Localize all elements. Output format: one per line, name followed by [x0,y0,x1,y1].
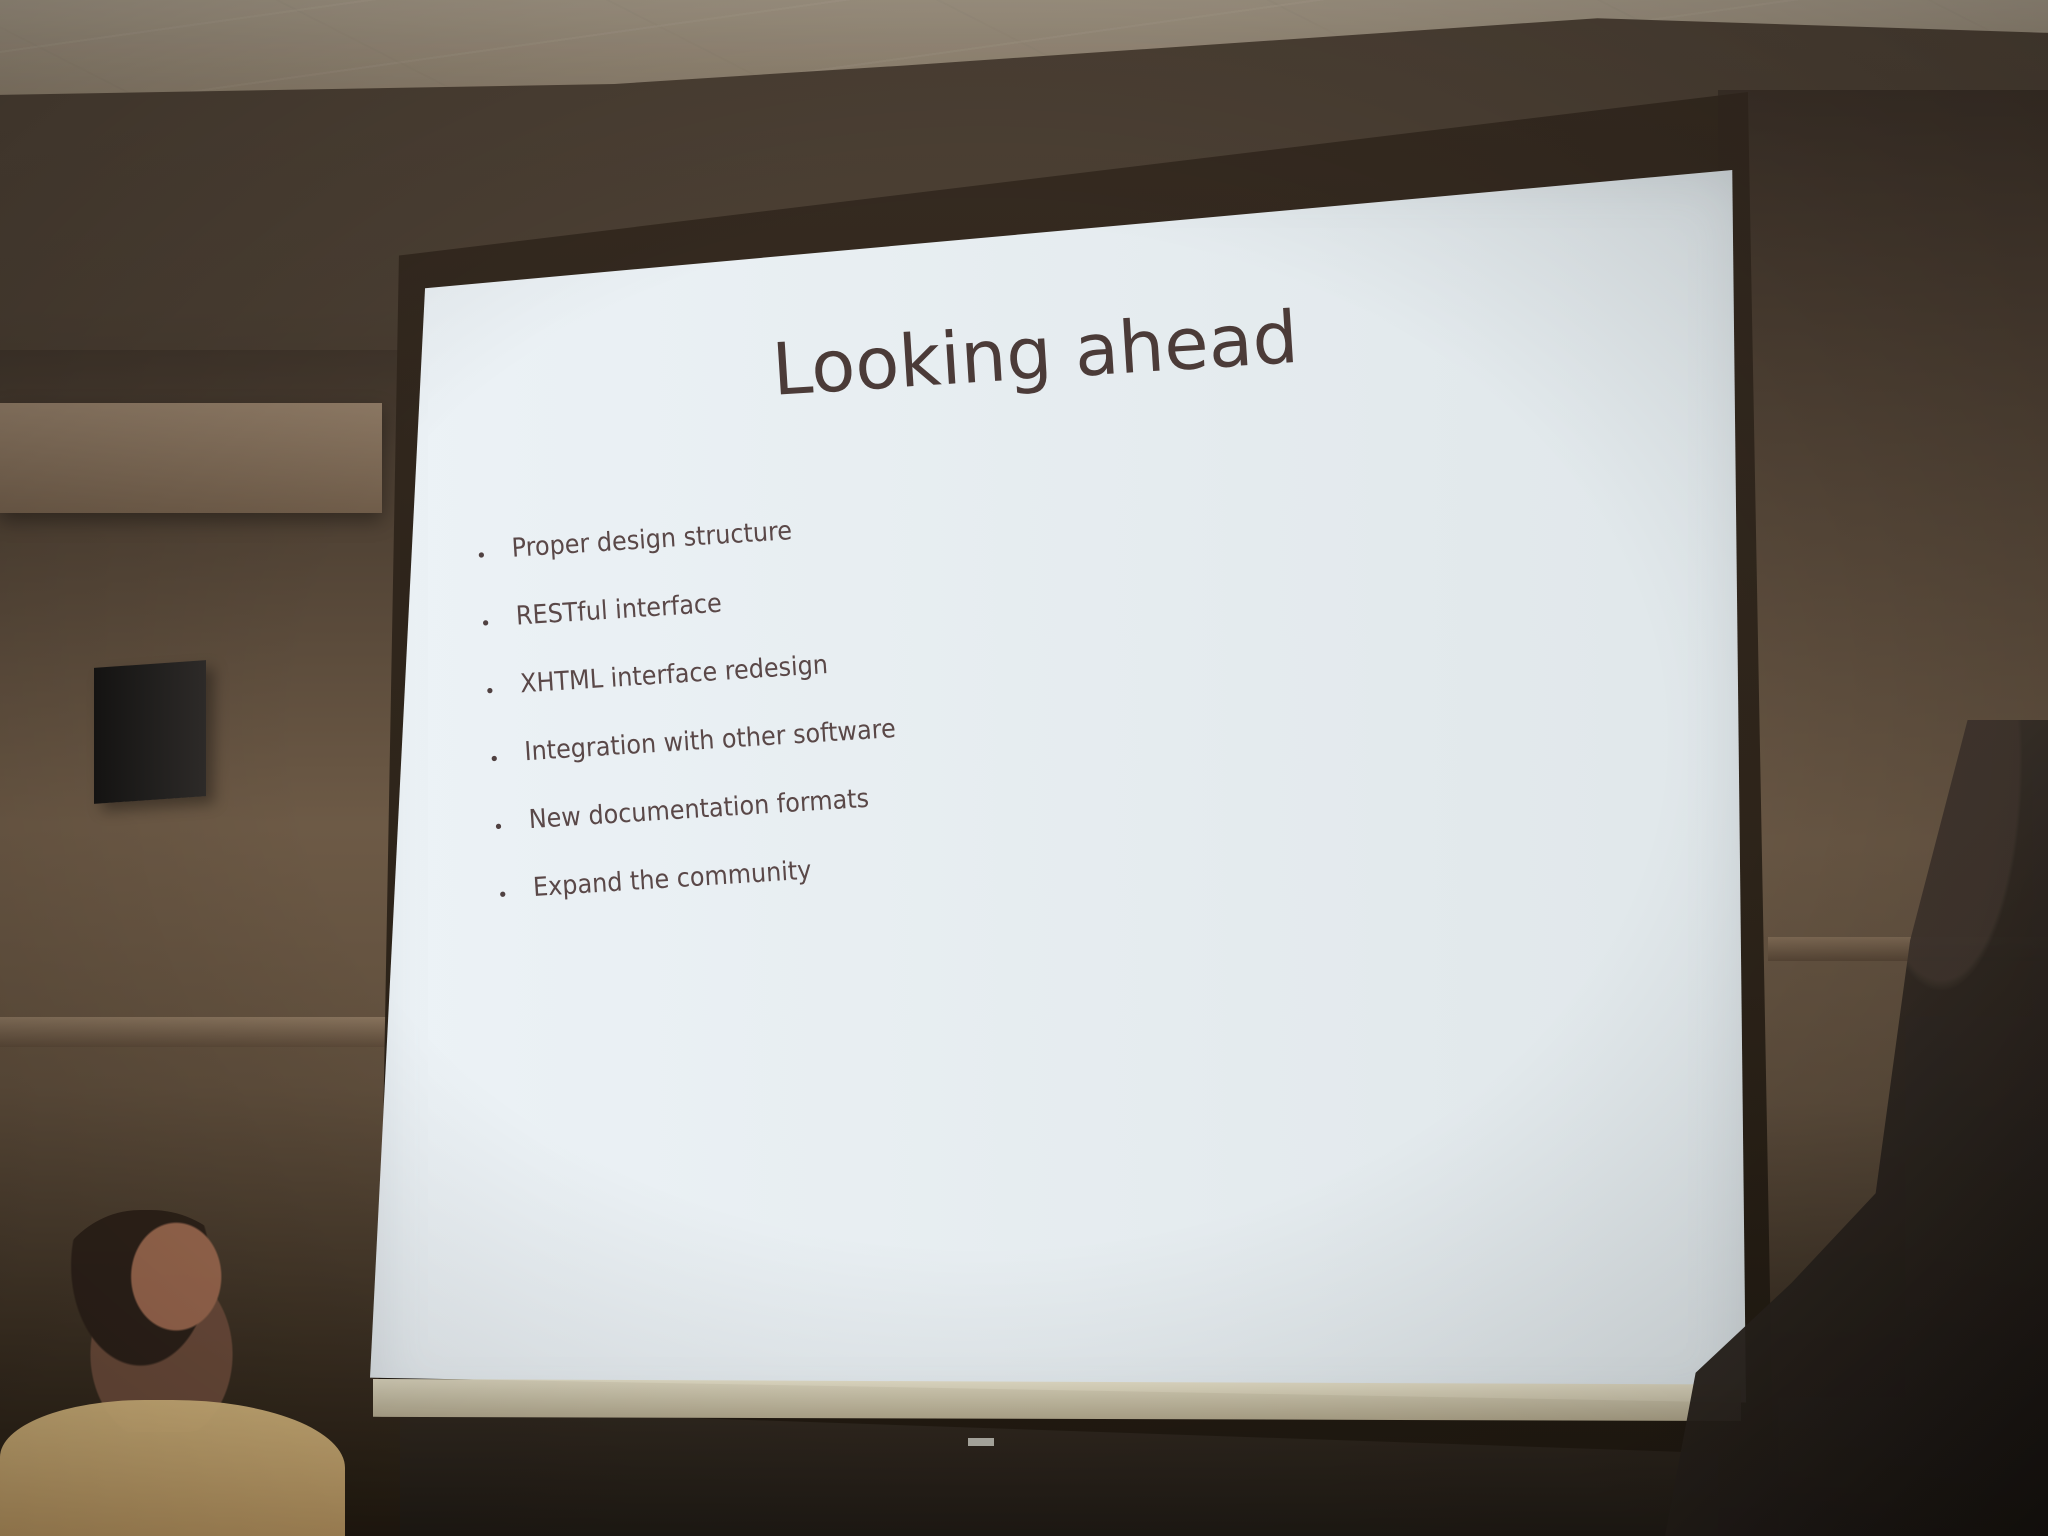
audience-head [46,1210,256,1432]
audience-shoulder [0,1400,345,1536]
bullet-dot-icon: • [484,681,496,703]
lecture-room-photo: Looking ahead • Proper design structure … [0,0,2048,1536]
bullet-dot-icon: • [488,748,501,771]
projector-box [0,403,382,513]
left-wall-rail [0,1017,395,1047]
slide-bullet-list: • Proper design structure • RESTful inte… [475,510,950,945]
screen-bottom-strip [373,1379,1741,1421]
bullet-dot-icon: • [479,613,492,635]
bullet-dot-icon: • [475,545,488,567]
bullet-dot-icon: • [492,816,505,839]
wall-speaker [94,660,206,804]
screen-mark [968,1438,994,1446]
bullet-dot-icon: • [496,884,509,907]
